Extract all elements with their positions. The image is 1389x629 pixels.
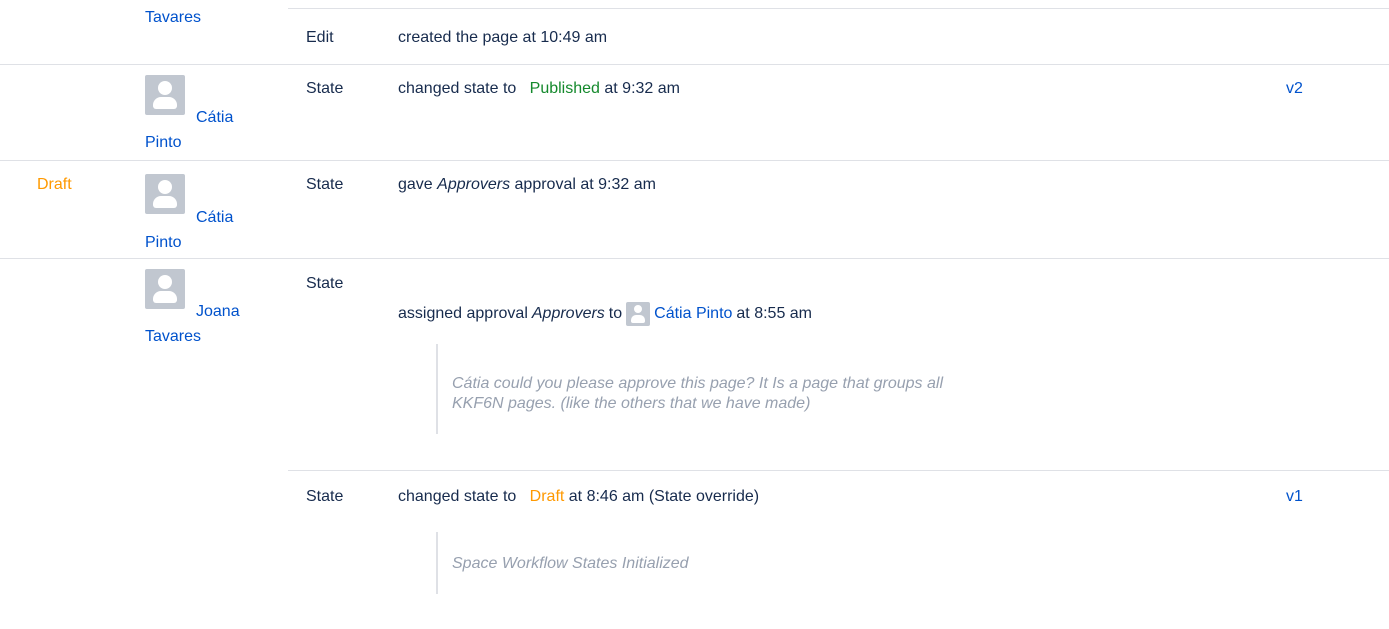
user-link-first[interactable]: Joana [196, 303, 240, 321]
event-text-post: at 9:32 am [604, 80, 680, 97]
history-row: Draft Cátia Pinto State gave Approvers a… [0, 160, 1389, 258]
user-link-last[interactable]: Pinto [145, 234, 181, 252]
event-text-post: at 8:55 am [736, 305, 813, 322]
event-text-post: approval at 9:32 am [514, 176, 656, 193]
default-user-avatar-icon[interactable] [145, 269, 185, 309]
event-text-pre: changed state to [398, 488, 517, 505]
comment-line: KKF6N pages. (like the others that we ha… [452, 395, 811, 412]
event-text: changed state to Draft at 8:46 am (State… [398, 488, 759, 506]
event-type: Edit [306, 29, 334, 46]
history-row: Cátia Pinto State changed state to Publi… [0, 64, 1389, 160]
default-user-avatar-icon[interactable] [626, 302, 651, 326]
state-published-label: Published [529, 80, 600, 97]
comment-quote [436, 532, 438, 594]
history-row: State changed state to Draft at 8:46 am … [0, 470, 1389, 629]
event-type: State [306, 80, 344, 97]
event-text: created the page at 10:49 am [398, 29, 608, 46]
approval-name: Approvers [437, 176, 511, 193]
event-text-pre: gave [398, 176, 433, 193]
comment-quote [436, 344, 438, 434]
default-user-avatar-icon[interactable] [145, 174, 185, 214]
user-link-first[interactable]: Cátia [196, 209, 233, 227]
user-link-last[interactable]: Tavares [145, 328, 201, 346]
user-link-last[interactable]: Pinto [145, 134, 181, 152]
comment-line: Space Workflow States Initialized [452, 555, 689, 572]
history-row: Joana Tavares State assigned approval Ap… [0, 258, 1389, 470]
row-state-label: Draft [37, 176, 72, 193]
event-text: gave Approvers approval at 9:32 am [398, 176, 656, 194]
comment-line: Cátia could you please approve this page… [452, 375, 943, 392]
assignee-link[interactable]: Cátia Pinto [654, 305, 732, 323]
event-text-post: at 8:46 am (State override) [568, 488, 760, 505]
state-draft-label: Draft [529, 488, 565, 505]
user-link-first[interactable]: Cátia [196, 109, 233, 127]
version-link-v1[interactable]: v1 [1286, 488, 1303, 506]
event-type: State [306, 275, 344, 292]
version-link-v2[interactable]: v2 [1286, 80, 1303, 98]
approval-name: Approvers [531, 305, 605, 322]
history-row: Tavares Edit created the page at 10:49 a… [0, 0, 1389, 64]
event-text-pre: assigned approval [398, 305, 528, 322]
default-user-avatar-icon[interactable] [145, 75, 185, 115]
event-text: changed state to Published at 9:32 am [398, 80, 680, 98]
event-text-pre: changed state to [398, 80, 517, 97]
event-type: State [306, 176, 344, 193]
event-type: State [306, 488, 344, 505]
user-link[interactable]: Tavares [145, 9, 201, 27]
event-text-mid: to [608, 305, 623, 322]
event-text: assigned approval Approvers to Cátia Pin… [398, 302, 812, 326]
